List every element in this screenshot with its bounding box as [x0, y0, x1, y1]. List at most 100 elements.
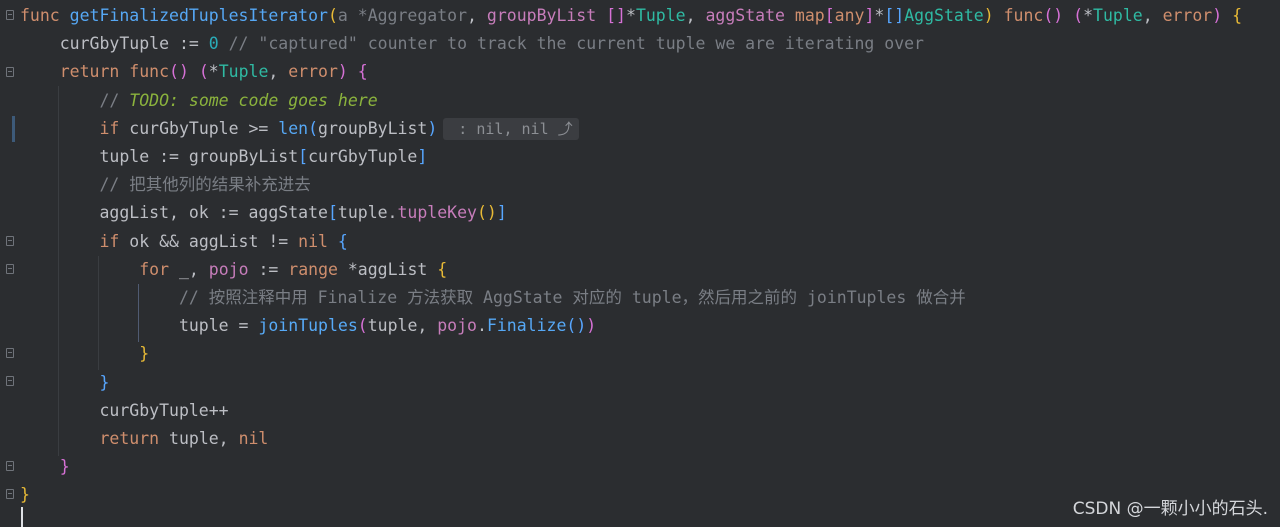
- code-token: tuple =: [20, 316, 259, 336]
- code-token: any: [834, 6, 865, 25]
- code-token: if: [20, 118, 130, 138]
- code-token: nil: [298, 231, 328, 251]
- code-token: curGbyTuple++: [20, 400, 229, 420]
- code-token: return func: [20, 62, 170, 82]
- code-token: ,: [467, 6, 487, 25]
- code-line[interactable]: curGbyTuple++: [20, 397, 229, 425]
- code-token: tupleKey: [397, 203, 477, 223]
- fold-toggle-icon[interactable]: [6, 10, 14, 20]
- code-token: (: [327, 6, 338, 25]
- code-token: *: [208, 62, 219, 82]
- editor-gutter[interactable]: [0, 0, 20, 527]
- fold-toggle-icon[interactable]: [6, 489, 14, 499]
- code-token: (): [1043, 6, 1064, 25]
- code-token: groupByList: [318, 118, 428, 138]
- code-token: 0: [208, 34, 219, 54]
- code-line[interactable]: }: [20, 340, 149, 368]
- code-line[interactable]: func getFinalizedTuplesIterator(a *Aggre…: [20, 2, 1242, 30]
- code-token: ): [337, 62, 348, 82]
- fold-toggle-icon[interactable]: [6, 236, 14, 246]
- code-token: len: [278, 118, 309, 138]
- code-token: ,: [685, 6, 706, 25]
- code-token: getFinalizedTuplesIterator: [69, 6, 328, 25]
- code-token: groupByList: [486, 6, 597, 25]
- code-line[interactable]: // TODO: some code goes here: [20, 87, 378, 115]
- code-token: tuple := groupByList: [20, 147, 299, 166]
- code-editor[interactable]: func getFinalizedTuplesIterator(a *Aggre…: [20, 0, 1280, 527]
- code-line[interactable]: }: [20, 453, 70, 481]
- code-token: (: [357, 316, 368, 336]
- change-marker: [12, 116, 15, 142]
- code-token: a *Aggregator: [337, 6, 468, 25]
- code-token: error: [288, 62, 338, 82]
- code-token: *: [626, 6, 636, 25]
- code-line[interactable]: for _, pojo := range *aggList {: [20, 256, 447, 284]
- code-token: (: [308, 118, 319, 138]
- code-line[interactable]: // 把其他列的结果补充进去: [20, 171, 311, 199]
- code-token: TODO: some code goes here: [129, 90, 378, 110]
- code-token: range: [288, 259, 338, 279]
- code-token: ): [427, 118, 438, 138]
- code-line[interactable]: if ok && aggList != nil {: [20, 228, 348, 256]
- code-token: // 把其他列的结果补充进去: [20, 175, 311, 195]
- code-token: pojo: [208, 259, 249, 279]
- fold-toggle-icon[interactable]: [6, 67, 14, 77]
- code-line[interactable]: tuple := groupByList[curGbyTuple]: [20, 143, 427, 171]
- code-token: for: [20, 259, 179, 279]
- code-token: ): [586, 316, 597, 336]
- code-token: func: [20, 6, 70, 25]
- code-token: Tuple: [1093, 6, 1143, 25]
- code-token: {: [337, 231, 348, 251]
- code-token: }: [20, 344, 150, 364]
- code-line[interactable]: }: [20, 481, 30, 509]
- code-token: map: [794, 6, 825, 25]
- code-token: Finalize: [486, 316, 567, 336]
- code-line[interactable]: tuple = joinTuples(tuple, pojo.Finalize(…: [20, 312, 596, 340]
- fold-toggle-icon[interactable]: [6, 376, 14, 386]
- code-token: // "captured" counter to track the curre…: [218, 34, 924, 54]
- code-token: Tuple: [218, 62, 269, 82]
- code-token: *: [1083, 6, 1094, 25]
- code-token: }: [20, 372, 110, 392]
- code-token: .: [477, 316, 487, 336]
- code-token: if: [20, 231, 130, 251]
- code-token: ]: [417, 147, 428, 166]
- code-token: (): [476, 203, 497, 223]
- fold-toggle-icon[interactable]: [6, 348, 14, 358]
- code-token: nil: [238, 429, 269, 448]
- code-token: aggList, ok := aggState: [20, 203, 328, 223]
- code-token: curGbyTuple: [308, 147, 418, 166]
- code-line[interactable]: aggList, ok := aggState[tuple.tupleKey()…: [20, 199, 506, 227]
- fold-toggle-icon[interactable]: [6, 461, 14, 471]
- code-token: []: [884, 6, 905, 25]
- code-token: tuple,: [367, 316, 438, 336]
- code-token: AggState: [904, 6, 984, 25]
- code-token: ): [983, 6, 994, 25]
- code-line[interactable]: return tuple, nil: [20, 425, 268, 453]
- code-token: error: [1162, 6, 1213, 25]
- code-token: }: [20, 457, 70, 477]
- code-token: pojo: [437, 316, 477, 336]
- code-line[interactable]: // 按照注释中用 Finalize 方法获取 AggState 对应的 tup…: [20, 284, 966, 312]
- code-token: curGbyTuple >=: [129, 118, 279, 138]
- fold-toggle-icon[interactable]: [6, 264, 14, 274]
- code-token: [: [327, 203, 338, 223]
- code-token: [: [298, 147, 309, 166]
- code-token: ]: [864, 6, 875, 25]
- code-token: return: [20, 429, 170, 448]
- code-token: aggState: [705, 6, 785, 25]
- code-line[interactable]: return func() (*Tuple, error) {: [20, 58, 368, 86]
- code-token: }: [20, 485, 30, 505]
- code-token: (): [169, 62, 189, 82]
- code-line[interactable]: }: [20, 369, 109, 397]
- code-line[interactable]: curGbyTuple := 0 // "captured" counter t…: [20, 30, 924, 58]
- code-token: ok && aggList !=: [129, 231, 299, 251]
- inlay-hint: : nil, nil ⤴: [443, 117, 579, 140]
- code-token: *aggList: [337, 259, 438, 279]
- code-line[interactable]: if curGbyTuple >= len(groupByList) : nil…: [20, 115, 579, 143]
